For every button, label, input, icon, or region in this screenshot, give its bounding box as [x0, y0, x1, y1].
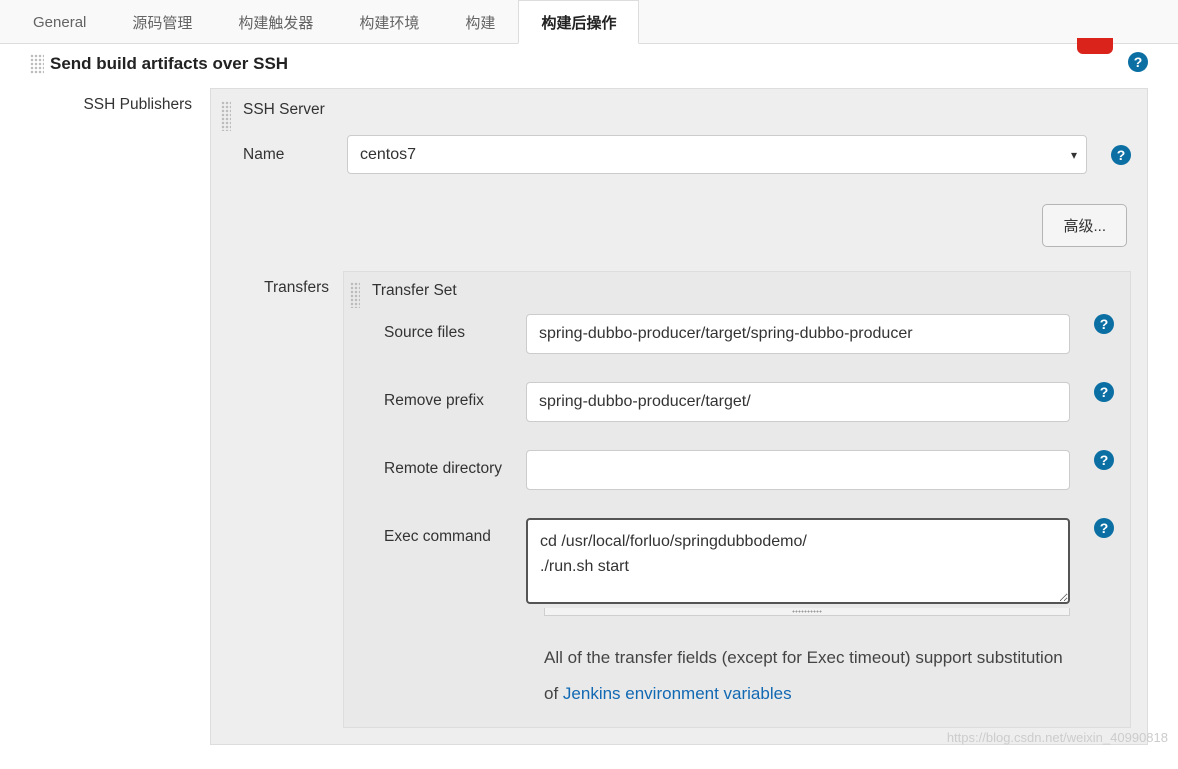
- remove-prefix-label: Remove prefix: [366, 382, 526, 410]
- transfer-set-panel: Transfer Set Source files ? Remove prefi…: [343, 271, 1131, 728]
- transfer-footnote: All of the transfer fields (except for E…: [544, 640, 1070, 711]
- section-title: Send build artifacts over SSH: [50, 54, 288, 74]
- tab-post-build[interactable]: 构建后操作: [518, 0, 639, 44]
- help-icon[interactable]: ?: [1094, 518, 1114, 538]
- config-tabs: General 源码管理 构建触发器 构建环境 构建 构建后操作: [0, 0, 1178, 44]
- env-vars-link[interactable]: Jenkins environment variables: [563, 684, 792, 703]
- help-icon[interactable]: ?: [1094, 450, 1114, 470]
- tab-scm[interactable]: 源码管理: [109, 0, 215, 43]
- ssh-server-label: SSH Server: [237, 101, 325, 119]
- ssh-server-panel: SSH Server Name centos7 ▾ ? 高级..: [210, 88, 1148, 745]
- help-icon[interactable]: ?: [1094, 314, 1114, 334]
- exec-command-label: Exec command: [366, 518, 526, 546]
- drag-handle-icon[interactable]: [30, 54, 44, 74]
- source-files-input[interactable]: [526, 314, 1070, 354]
- resize-grip-icon[interactable]: [544, 608, 1070, 616]
- help-icon[interactable]: ?: [1111, 145, 1131, 165]
- exec-command-textarea[interactable]: cd /usr/local/forluo/springdubbodemo/ ./…: [526, 518, 1070, 604]
- advanced-button[interactable]: 高级...: [1042, 204, 1127, 247]
- help-icon[interactable]: ?: [1094, 382, 1114, 402]
- remote-directory-input[interactable]: [526, 450, 1070, 490]
- drag-handle-icon[interactable]: [350, 282, 360, 308]
- tab-build[interactable]: 构建: [442, 0, 518, 43]
- tab-general[interactable]: General: [10, 0, 109, 43]
- remove-prefix-input[interactable]: [526, 382, 1070, 422]
- help-icon[interactable]: ?: [1128, 52, 1148, 72]
- transfer-set-label: Transfer Set: [366, 282, 457, 300]
- delete-step-button[interactable]: [1077, 38, 1113, 54]
- ssh-publishers-label: SSH Publishers: [30, 88, 210, 114]
- name-label: Name: [237, 146, 347, 164]
- drag-handle-icon[interactable]: [221, 101, 231, 131]
- source-files-label: Source files: [366, 314, 526, 342]
- post-build-section: ? Send build artifacts over SSH SSH Publ…: [0, 44, 1178, 769]
- tab-triggers[interactable]: 构建触发器: [215, 0, 336, 43]
- remote-directory-label: Remote directory: [366, 450, 526, 478]
- transfers-label: Transfers: [237, 271, 343, 297]
- tab-env[interactable]: 构建环境: [336, 0, 442, 43]
- ssh-server-name-select[interactable]: centos7: [347, 135, 1087, 174]
